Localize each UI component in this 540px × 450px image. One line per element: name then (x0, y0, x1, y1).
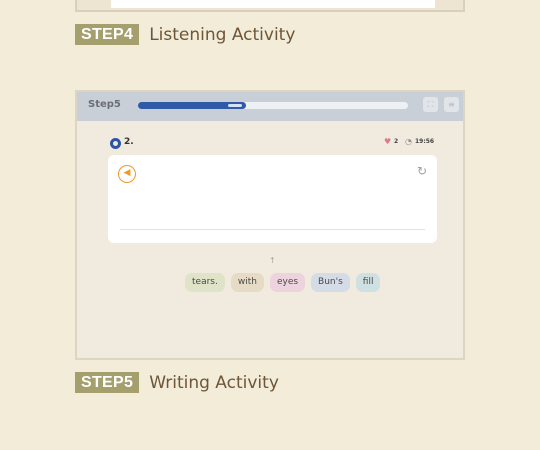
answer-line[interactable] (120, 229, 425, 230)
word-chip[interactable]: eyes (269, 273, 306, 292)
previous-activity-content (111, 0, 435, 8)
word-chip[interactable]: fill (355, 273, 381, 292)
word-chip-list: tears. with eyes Bun's fill (185, 273, 381, 292)
progress-indicator (228, 104, 242, 107)
expand-icon[interactable]: ⛶ (423, 97, 438, 112)
step4-heading: STEP4 Listening Activity (75, 24, 295, 45)
step5-badge: STEP5 (75, 372, 140, 393)
arrow-up-icon: ↑ (269, 256, 276, 265)
refresh-icon[interactable]: ↻ (417, 164, 427, 178)
activity-step-label: Step5 (88, 99, 121, 110)
step4-title: Listening Activity (149, 24, 296, 45)
word-chip[interactable]: Bun's (311, 273, 350, 292)
step5-title: Writing Activity (149, 372, 279, 393)
lives-count: 2 (394, 138, 399, 145)
word-chip[interactable]: with (230, 273, 264, 292)
heart-icon: ♥ (384, 137, 392, 146)
timer-value: 19:56 (415, 138, 435, 145)
word-chip[interactable]: tears. (185, 273, 225, 292)
previous-activity-frame (75, 0, 465, 12)
speaker-icon[interactable]: ◀ (118, 165, 136, 183)
step4-badge: STEP4 (75, 24, 140, 45)
writing-activity-preview: Step5 ⛶ ≡ 2. ♥ 2 ◔ 19:56 ◀ ↻ ↑ tears. wit… (75, 90, 465, 360)
answer-card: ◀ ↻ (108, 155, 437, 243)
timer-icon: ◔ (405, 137, 412, 146)
activity-header: Step5 ⛶ ≡ (77, 92, 463, 121)
step5-heading: STEP5 Writing Activity (75, 372, 279, 393)
question-circle-icon (110, 138, 121, 149)
question-number: 2. (124, 137, 134, 147)
menu-icon[interactable]: ≡ (444, 97, 459, 112)
progress-bar (138, 102, 408, 109)
